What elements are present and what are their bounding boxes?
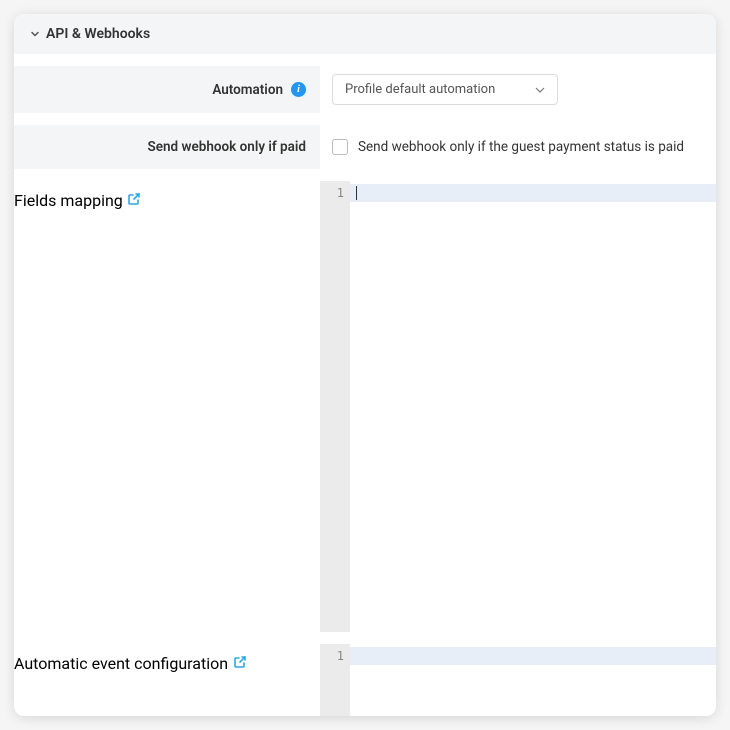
webhook-paid-description: Send webhook only if the guest payment s…	[358, 139, 684, 155]
external-link-icon[interactable]	[127, 192, 142, 207]
webhook-paid-checkbox[interactable]	[332, 139, 348, 155]
fields-mapping-row: Fields mapping 1	[14, 181, 716, 632]
external-link-icon[interactable]	[232, 655, 247, 670]
line-number: 1	[320, 184, 344, 202]
section-body: Automation i Profile default automation …	[14, 54, 716, 716]
webhook-paid-label-col: Send webhook only if paid	[14, 125, 320, 169]
caret-down-icon	[535, 82, 545, 97]
active-line-highlight	[350, 647, 716, 665]
section-header[interactable]: API & Webhooks	[14, 14, 716, 54]
automation-row: Automation i Profile default automation	[14, 66, 716, 113]
editor-gutter: 1	[320, 181, 350, 632]
auto-event-config-editor[interactable]: 1	[320, 644, 716, 716]
auto-event-config-label-col: Automatic event configuration	[14, 644, 320, 682]
auto-event-config-row: Automatic event configuration 1	[14, 644, 716, 716]
editor-gutter: 1	[320, 644, 350, 716]
automation-label: Automation	[212, 82, 283, 98]
automation-selected-value: Profile default automation	[345, 82, 495, 97]
fields-mapping-label-col: Fields mapping	[14, 181, 320, 219]
editor-code-area[interactable]	[350, 181, 716, 632]
editor-code-area[interactable]	[350, 644, 716, 716]
info-icon[interactable]: i	[291, 82, 306, 97]
section-title: API & Webhooks	[46, 26, 150, 42]
fields-mapping-editor[interactable]: 1	[320, 181, 716, 632]
chevron-down-icon	[30, 29, 40, 39]
webhook-paid-row: Send webhook only if paid Send webhook o…	[14, 125, 716, 169]
auto-event-config-label: Automatic event configuration	[14, 654, 228, 673]
line-number: 1	[320, 647, 344, 665]
webhook-paid-label: Send webhook only if paid	[148, 139, 306, 155]
automation-select[interactable]: Profile default automation	[332, 74, 558, 105]
fields-mapping-label: Fields mapping	[14, 191, 123, 210]
editor-cursor	[356, 186, 357, 200]
active-line-highlight	[350, 184, 716, 202]
api-webhooks-panel: API & Webhooks Automation i Profile defa…	[14, 14, 716, 716]
automation-label-col: Automation i	[14, 66, 320, 113]
